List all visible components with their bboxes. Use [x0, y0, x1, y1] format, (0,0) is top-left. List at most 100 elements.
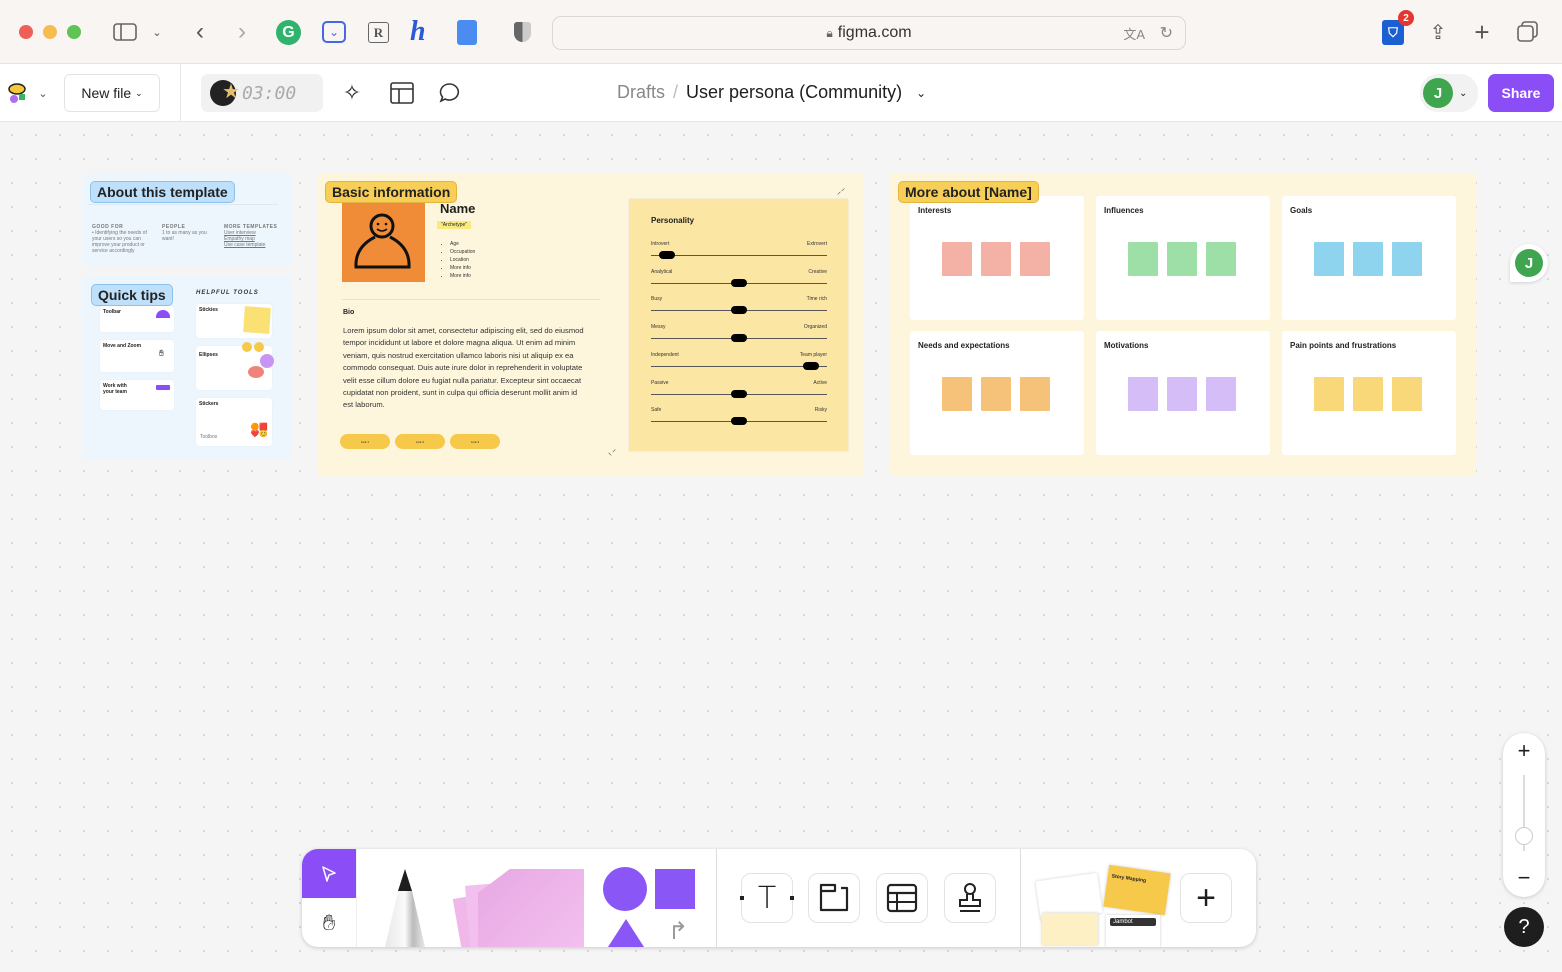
tip-card-toolbar[interactable]: Toolbar	[100, 306, 174, 332]
share-button[interactable]: Share	[1488, 74, 1554, 112]
marker-tool-button[interactable]	[380, 867, 430, 947]
translate-icon[interactable]: 文A	[1123, 24, 1145, 43]
minimize-window-button[interactable]	[43, 25, 57, 39]
maximize-window-button[interactable]	[67, 25, 81, 39]
sticky-note[interactable]	[1167, 242, 1197, 276]
slider-knob[interactable]	[731, 389, 747, 398]
sidebar-toggle-icon[interactable]	[112, 20, 138, 44]
persona-name[interactable]: Name	[440, 201, 475, 216]
trait-slider[interactable]: Introvert Extrovert	[651, 241, 827, 267]
stamp-tool-button[interactable]	[944, 873, 996, 923]
trait-slider[interactable]: Busy Time rich	[651, 296, 827, 322]
tip-card-move-zoom[interactable]: Move and Zoom ✋︎	[100, 340, 174, 372]
forward-icon[interactable]: ›	[230, 18, 254, 46]
sticky-note[interactable]	[1128, 377, 1158, 411]
main-menu-chevron-icon[interactable]: ⌄	[36, 84, 50, 102]
sticky-note[interactable]	[1353, 377, 1383, 411]
text-tool-button[interactable]: T	[740, 873, 794, 923]
about-template-label[interactable]: About this template	[90, 181, 235, 203]
link-button[interactable]: Link 3	[450, 434, 500, 449]
trait-slider[interactable]: Passive Active	[651, 380, 827, 406]
pocket-icon[interactable]: ⌄	[322, 21, 346, 43]
persona-section-card[interactable]: Motivations	[1096, 331, 1270, 455]
sticky-note[interactable]	[1353, 242, 1383, 276]
timer-button[interactable]: ★ 03:00	[201, 74, 323, 112]
trait-slider[interactable]: Analytical Creative	[651, 269, 827, 295]
help-button[interactable]: ?	[1504, 907, 1544, 947]
trait-slider[interactable]: Independent Team player	[651, 352, 827, 378]
close-window-button[interactable]	[19, 25, 33, 39]
user-avatar-menu[interactable]: J ⌄	[1420, 74, 1478, 112]
more-about-label[interactable]: More about [Name]	[898, 181, 1039, 203]
collaborator-cursor[interactable]: J	[1510, 244, 1548, 282]
table-tool-button[interactable]	[876, 873, 928, 923]
sticky-note[interactable]	[1206, 242, 1236, 276]
persona-section-card[interactable]: Goals	[1282, 196, 1456, 320]
sticky-note[interactable]	[981, 242, 1011, 276]
more-tools-button[interactable]: +	[1180, 873, 1232, 923]
sticky-note[interactable]	[1314, 242, 1344, 276]
honey-icon[interactable]: h	[410, 16, 426, 48]
file-name[interactable]: User persona (Community)	[686, 82, 902, 103]
trait-slider[interactable]: Safe Risky	[651, 407, 827, 433]
readwise-icon[interactable]: R	[368, 22, 389, 43]
layout-icon[interactable]	[390, 82, 414, 104]
back-icon[interactable]: ‹	[188, 18, 212, 46]
basic-info-section[interactable]: Name "Archetype" Age Occupation Location…	[317, 174, 863, 476]
new-file-button[interactable]: New file ⌄	[64, 74, 160, 112]
templates-button[interactable]: Story Mapping Jambot	[1035, 864, 1174, 947]
share-page-icon[interactable]: ⇪	[1426, 18, 1450, 46]
sticky-note[interactable]	[1020, 242, 1050, 276]
zoom-slider-handle[interactable]	[1515, 826, 1533, 845]
shapes-tool-button[interactable]: ↱	[602, 863, 698, 947]
sticky-note[interactable]	[942, 242, 972, 276]
file-menu-chevron-icon[interactable]: ⌄	[916, 86, 926, 100]
sticky-tool-button[interactable]	[452, 869, 586, 947]
sticky-note[interactable]	[1020, 377, 1050, 411]
chevron-down-icon[interactable]: ⌄	[150, 22, 164, 42]
tab-overview-icon[interactable]	[1517, 21, 1539, 43]
breadcrumb-drafts[interactable]: Drafts	[617, 82, 665, 103]
persona-section-card[interactable]: Pain points and frustrations	[1282, 331, 1456, 455]
section-tool-button[interactable]	[808, 873, 860, 923]
basic-info-label[interactable]: Basic information	[325, 181, 458, 203]
sticky-note[interactable]	[981, 377, 1011, 411]
tool-card-stickies[interactable]: Stickies	[196, 304, 272, 338]
docs-icon[interactable]	[457, 20, 477, 45]
figjam-menu-icon[interactable]	[7, 82, 29, 104]
tool-card-ellipses[interactable]: Ellipses	[196, 342, 274, 390]
ai-sparkle-icon[interactable]: ✧	[339, 80, 365, 106]
sticky-note[interactable]	[1392, 377, 1422, 411]
personality-card[interactable]: Personality Introvert Extrovert Analytical…	[629, 199, 848, 451]
slider-knob[interactable]	[731, 278, 747, 287]
trait-slider[interactable]: Messy Organized	[651, 324, 827, 350]
link-button[interactable]: Link 1	[340, 434, 390, 449]
tip-card-team[interactable]: Work with your team	[100, 380, 174, 410]
tool-card-stickers[interactable]: Stickers Toolbox 🟠🟥 ❤️😊	[196, 398, 272, 446]
template-link[interactable]: Use case template	[224, 242, 284, 248]
bio-text[interactable]: Lorem ipsum dolor sit amet, consectetur …	[343, 325, 588, 412]
move-tool-button[interactable]	[302, 849, 356, 898]
zoom-out-button[interactable]: −	[1503, 865, 1545, 891]
sticky-note[interactable]	[1167, 377, 1197, 411]
slider-knob[interactable]	[731, 417, 747, 426]
zoom-in-button[interactable]: +	[1503, 738, 1545, 764]
quick-tips-label[interactable]: Quick tips	[91, 284, 173, 306]
slider-knob[interactable]	[731, 334, 747, 343]
sticky-note[interactable]	[1314, 377, 1344, 411]
sticky-note[interactable]	[1128, 242, 1158, 276]
sticky-note[interactable]	[942, 377, 972, 411]
archetype-tag[interactable]: "Archetype"	[437, 221, 472, 229]
slider-knob[interactable]	[658, 251, 675, 259]
hand-tool-button[interactable]: ✋︎	[302, 898, 356, 947]
persona-section-card[interactable]: Needs and expectations	[910, 331, 1084, 455]
reload-icon[interactable]: ↻	[1160, 23, 1173, 43]
persona-section-card[interactable]: Interests	[910, 196, 1084, 320]
grammarly-icon[interactable]: G	[276, 20, 301, 45]
slider-knob[interactable]	[803, 361, 820, 370]
more-about-section[interactable]: Interests Influences Goals Needs and expect…	[890, 174, 1476, 476]
comment-icon[interactable]	[438, 82, 462, 104]
privacy-shield-icon[interactable]	[514, 22, 531, 42]
link-button[interactable]: Link 2	[395, 434, 445, 449]
slider-knob[interactable]	[731, 306, 747, 315]
